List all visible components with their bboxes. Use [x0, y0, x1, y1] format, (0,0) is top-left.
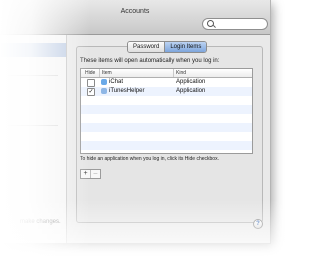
- lock-message: make changes.: [20, 219, 61, 225]
- item-name: iChat: [109, 79, 124, 85]
- table-row[interactable]: iChat Application: [81, 78, 252, 87]
- table-header: Hide Item Kind: [81, 69, 252, 78]
- title-bar: Accounts: [0, 0, 270, 35]
- item-kind: Application: [176, 88, 206, 94]
- help-button[interactable]: ?: [253, 219, 263, 229]
- tab-password[interactable]: Password: [128, 42, 165, 52]
- column-item[interactable]: Item: [102, 70, 112, 76]
- hide-checkbox[interactable]: [87, 79, 95, 87]
- item-name: iTunesHelper: [109, 88, 145, 94]
- item-kind: Application: [176, 79, 206, 85]
- tab-bar: Password Login Items: [127, 41, 208, 53]
- login-items-heading: These items will open automatically when…: [80, 58, 220, 64]
- column-divider: [173, 69, 174, 77]
- add-item-button[interactable]: +: [81, 170, 90, 178]
- sidebar-divider: [8, 75, 58, 76]
- empty-row: [81, 96, 252, 105]
- hide-hint-text: To hide an application when you log in, …: [80, 156, 219, 162]
- empty-row: [81, 114, 252, 123]
- empty-row: [81, 132, 252, 141]
- table-row[interactable]: ✓ iTunesHelper Application: [81, 87, 252, 96]
- sidebar-divider: [8, 125, 58, 126]
- tab-login-items[interactable]: Login Items: [164, 42, 207, 52]
- ichat-icon: [101, 79, 107, 85]
- accounts-window: Accounts Password Login Items These item…: [0, 0, 271, 244]
- column-kind[interactable]: Kind: [176, 70, 186, 76]
- add-remove-buttons: + –: [80, 169, 101, 179]
- itunes-helper-icon: [101, 88, 107, 94]
- column-divider: [99, 69, 100, 77]
- accounts-sidebar: [0, 35, 67, 243]
- login-items-table[interactable]: Hide Item Kind iChat Application ✓ iTune…: [80, 68, 253, 154]
- window-title: Accounts: [120, 8, 150, 15]
- search-field[interactable]: [202, 18, 268, 30]
- hide-checkbox[interactable]: ✓: [87, 88, 95, 96]
- sidebar-selected-account[interactable]: [0, 43, 66, 57]
- remove-item-button[interactable]: –: [90, 170, 100, 178]
- empty-row: [81, 123, 252, 132]
- search-icon: [207, 20, 214, 27]
- empty-row: [81, 105, 252, 114]
- column-hide[interactable]: Hide: [85, 70, 95, 76]
- empty-row: [81, 141, 252, 150]
